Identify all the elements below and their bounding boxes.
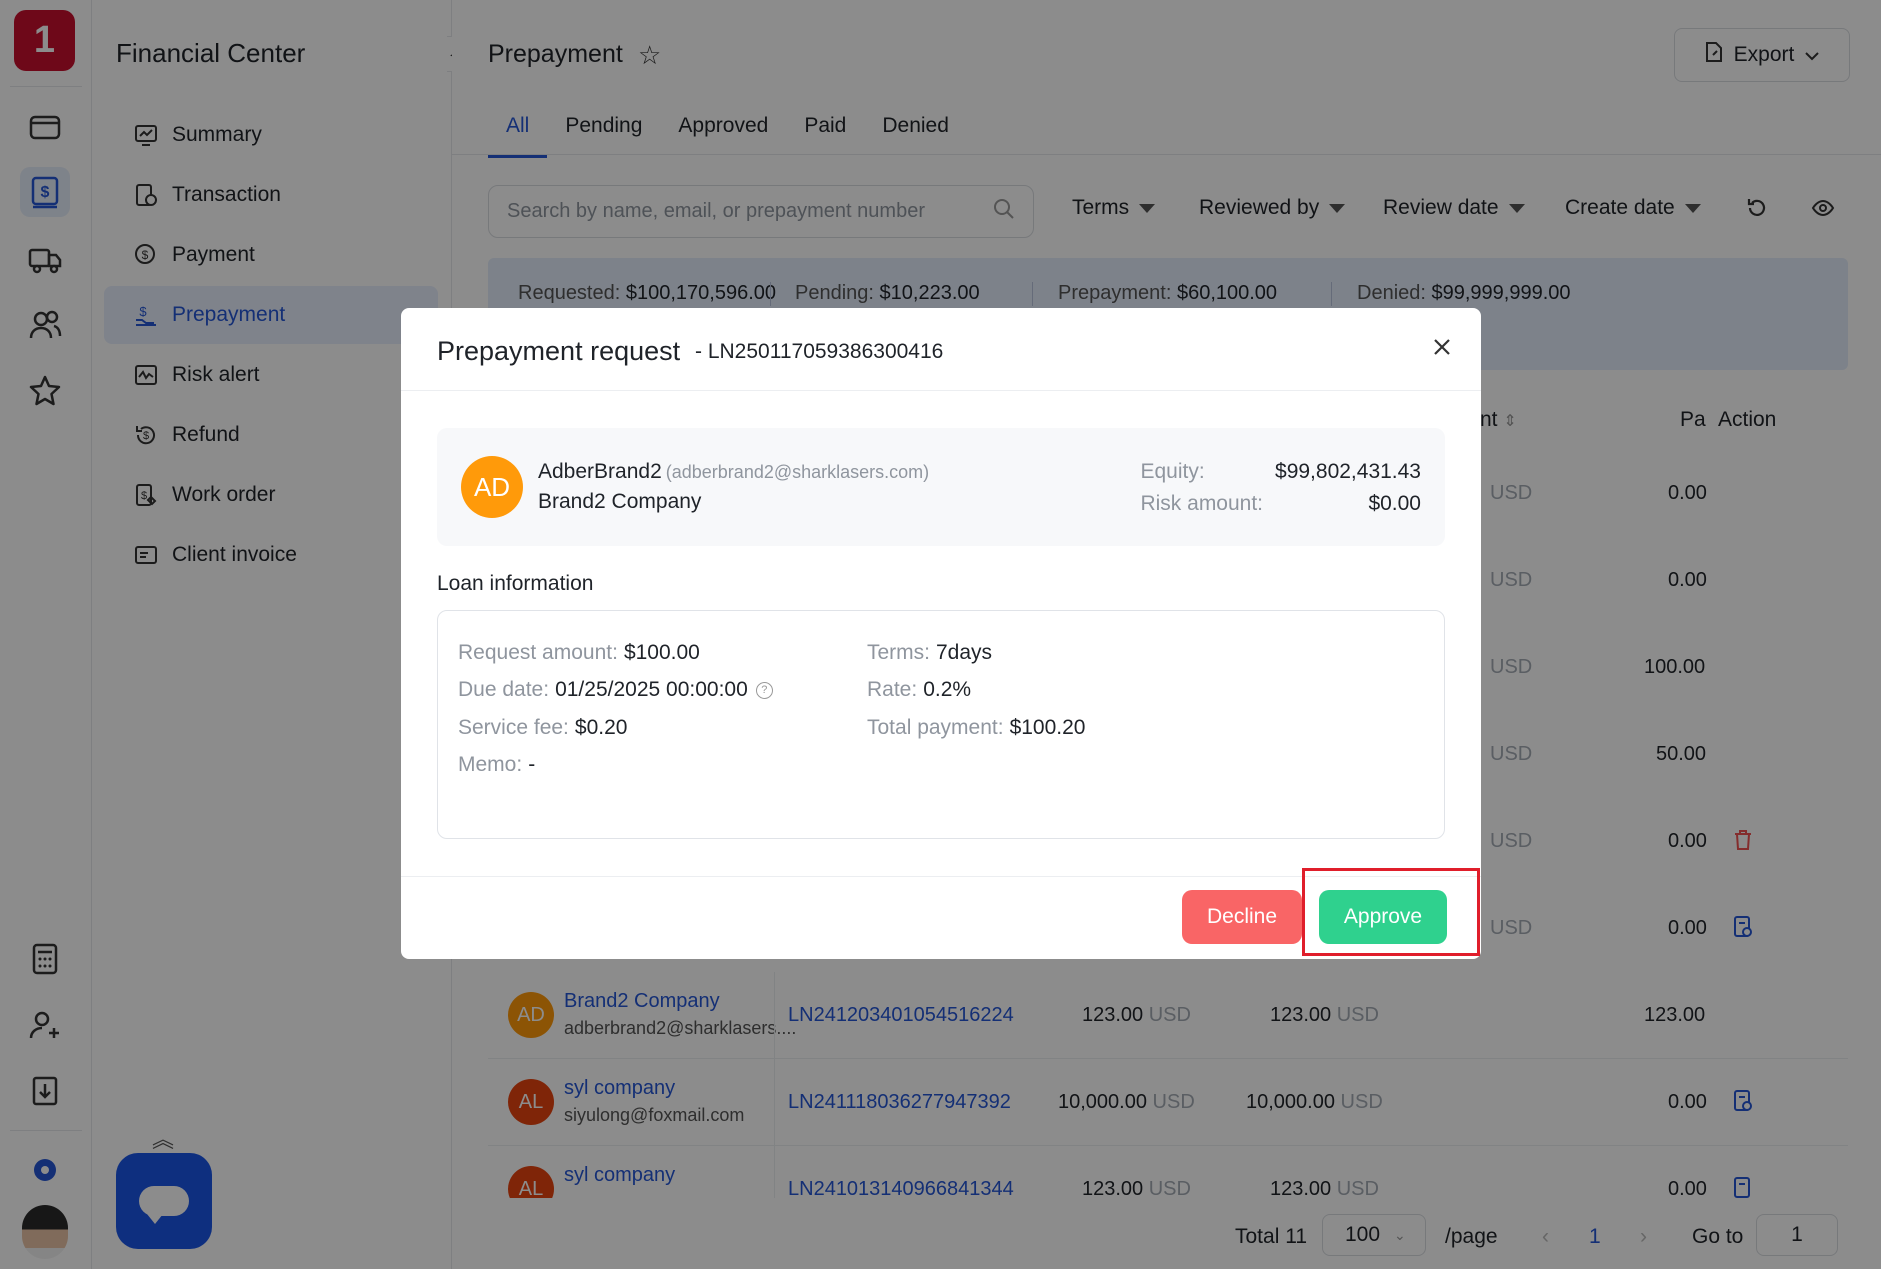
approve-highlight-box [1302,868,1480,956]
modal-header-divider [401,390,1481,391]
equity-value: $99,802,431.43 [1275,460,1421,483]
avatar: AD [461,456,523,518]
risk-amount-value: $0.00 [1368,492,1421,515]
modal-title: Prepayment request [437,336,681,366]
modal-request-number: - LN250117059386300416 [695,340,944,363]
request-amount: Request amount: $100.00 [458,641,700,664]
equity-label: Equity: [1140,460,1205,483]
help-icon[interactable]: ? [755,681,773,699]
decline-button[interactable]: Decline [1182,890,1302,944]
user-card: AD AdberBrand2 (adberbrand2@sharklasers.c… [437,428,1445,546]
terms: Terms: 7days [867,641,993,664]
rate: Rate: 0.2% [867,678,972,701]
due-date: Due date: 01/25/2025 00:00:00? [458,678,773,702]
user-email: (adberbrand2@sharklasers.com) [665,462,930,482]
loan-info-title: Loan information [437,572,594,595]
loan-info-box: Request amount: $100.00 Terms: 7days Due d… [437,610,1445,839]
user-company: Brand2 Company [538,490,702,513]
close-icon[interactable] [1431,332,1453,366]
memo: Memo: - [458,753,536,776]
risk-amount-label: Risk amount: [1140,492,1264,515]
equity-summary: Equity: $99,802,431.43 Risk amount: $0.0… [1140,460,1421,516]
service-fee: Service fee: $0.20 [458,716,628,739]
prepayment-request-modal: Prepayment request - LN25011705938630041… [401,308,1481,959]
total-payment: Total payment: $100.20 [867,716,1086,739]
user-name: AdberBrand2 (adberbrand2@sharklasers.com) [538,460,930,483]
